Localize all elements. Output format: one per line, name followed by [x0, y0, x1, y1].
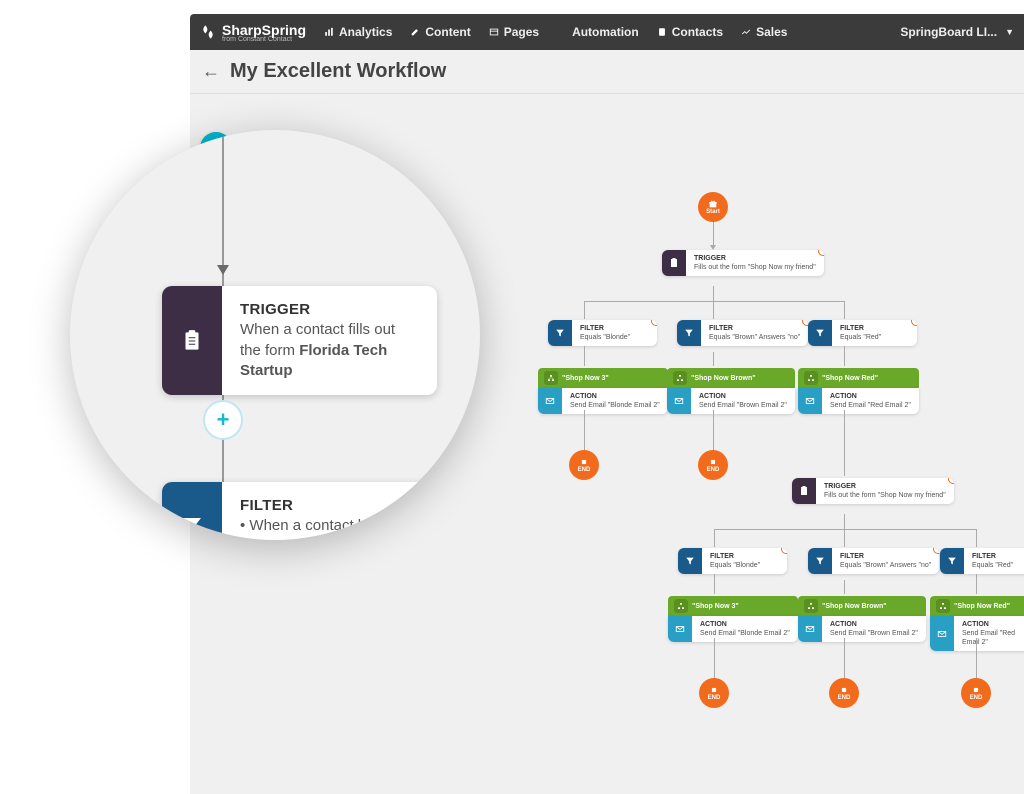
contacts-icon — [657, 27, 667, 37]
brand-subtitle: from Constant Contact — [222, 36, 306, 43]
action-group-node[interactable]: "Shop Now Brown"ACTIONSend Email "Brown … — [798, 596, 926, 642]
end-node[interactable]: END — [569, 450, 599, 480]
stop-icon — [708, 457, 718, 467]
envelope-icon — [805, 624, 815, 634]
sharpspring-logo-icon — [200, 24, 216, 40]
node-description: When a contact fills out the form Florid… — [240, 320, 419, 381]
sitemap-icon — [547, 374, 555, 382]
clipboard-icon — [179, 328, 205, 354]
top-navbar: SharpSpring from Constant Contact Analyt… — [190, 14, 1024, 50]
stop-icon — [839, 685, 849, 695]
end-node[interactable]: END — [961, 678, 991, 708]
stop-icon — [971, 685, 981, 695]
filter-node[interactable]: FILTEREquals "Blonde" — [678, 548, 787, 574]
envelope-icon — [805, 396, 815, 406]
action-group-node[interactable]: "Shop Now Brown"ACTIONSend Email "Brown … — [667, 368, 795, 414]
sitemap-icon — [939, 602, 947, 610]
action-group-node[interactable]: "Shop Now 3"ACTIONSend Email "Blonde Ema… — [668, 596, 798, 642]
funnel-icon — [180, 514, 204, 538]
account-dropdown[interactable]: SpringBoard LI... ▼ — [900, 25, 1014, 39]
title-bar: ← My Excellent Workflow — [190, 50, 1024, 94]
magnified-view: TRIGGER When a contact fills out the for… — [70, 130, 480, 540]
end-node[interactable]: END — [698, 450, 728, 480]
sitemap-icon — [677, 602, 685, 610]
start-node[interactable]: Start — [698, 192, 728, 222]
action-group-node[interactable]: "Shop Now 3"ACTIONSend Email "Blonde Ema… — [538, 368, 668, 414]
filter-node[interactable]: FILTEREquals "Red" — [940, 548, 1024, 574]
trend-icon — [741, 27, 751, 37]
sitemap-icon — [676, 374, 684, 382]
bar-chart-icon — [324, 27, 334, 37]
trigger-node-magnified[interactable]: TRIGGER When a contact fills out the for… — [162, 286, 437, 395]
clipboard-icon — [668, 257, 680, 269]
filter-node[interactable]: FILTEREquals "Brown" Answers "no" — [808, 548, 939, 574]
funnel-icon — [947, 556, 957, 566]
action-group-node[interactable]: "Shop Now Red"ACTIONSend Email "Red Emai… — [930, 596, 1024, 651]
funnel-icon — [685, 556, 695, 566]
filter-node[interactable]: FILTEREquals "Red" — [808, 320, 917, 346]
stop-icon — [709, 685, 719, 695]
node-title: TRIGGER — [240, 300, 419, 320]
envelope-icon — [674, 396, 684, 406]
envelope-icon — [675, 624, 685, 634]
back-arrow-icon[interactable]: ← — [202, 61, 220, 82]
action-group-node[interactable]: "Shop Now Red"ACTIONSend Email "Red Emai… — [798, 368, 919, 414]
node-description: • When a contact has not filled out the … — [240, 516, 419, 540]
end-node[interactable]: END — [699, 678, 729, 708]
node-badge-icon — [933, 548, 939, 554]
node-title: FILTER — [240, 496, 419, 516]
chevron-down-icon: ▼ — [1005, 27, 1014, 37]
nav-contacts[interactable]: Contacts — [657, 25, 723, 39]
gift-icon — [708, 199, 718, 209]
nav-automation[interactable]: Automation — [557, 25, 639, 39]
end-node[interactable]: END — [829, 678, 859, 708]
nav-analytics[interactable]: Analytics — [324, 25, 392, 39]
trigger-node[interactable]: TRIGGERFills out the form "Shop Now my f… — [662, 250, 824, 276]
filter-node[interactable]: FILTEREquals "Brown" Answers "no" — [677, 320, 808, 346]
envelope-icon — [545, 396, 555, 406]
workflow-title: My Excellent Workflow — [230, 60, 446, 83]
funnel-icon — [555, 328, 565, 338]
sitemap-icon — [807, 374, 815, 382]
stop-icon — [579, 457, 589, 467]
filter-node-magnified[interactable]: FILTER • When a contact has not filled o… — [162, 482, 437, 540]
funnel-icon — [815, 556, 825, 566]
add-node-button[interactable]: + — [203, 400, 243, 440]
window-icon — [489, 27, 499, 37]
brand: SharpSpring from Constant Contact — [200, 22, 306, 43]
nav-content[interactable]: Content — [410, 25, 470, 39]
clipboard-icon — [798, 485, 810, 497]
funnel-icon — [815, 328, 825, 338]
nav-pages[interactable]: Pages — [489, 25, 539, 39]
filter-node[interactable]: FILTEREquals "Blonde" — [548, 320, 657, 346]
nav-sales[interactable]: Sales — [741, 25, 787, 39]
envelope-icon — [937, 629, 947, 639]
arrow-down-icon — [217, 265, 229, 275]
trigger-node[interactable]: TRIGGERFills out the form "Shop Now my f… — [792, 478, 954, 504]
sitemap-icon — [807, 602, 815, 610]
wand-icon — [557, 27, 567, 37]
funnel-icon — [684, 328, 694, 338]
pencil-icon — [410, 27, 420, 37]
